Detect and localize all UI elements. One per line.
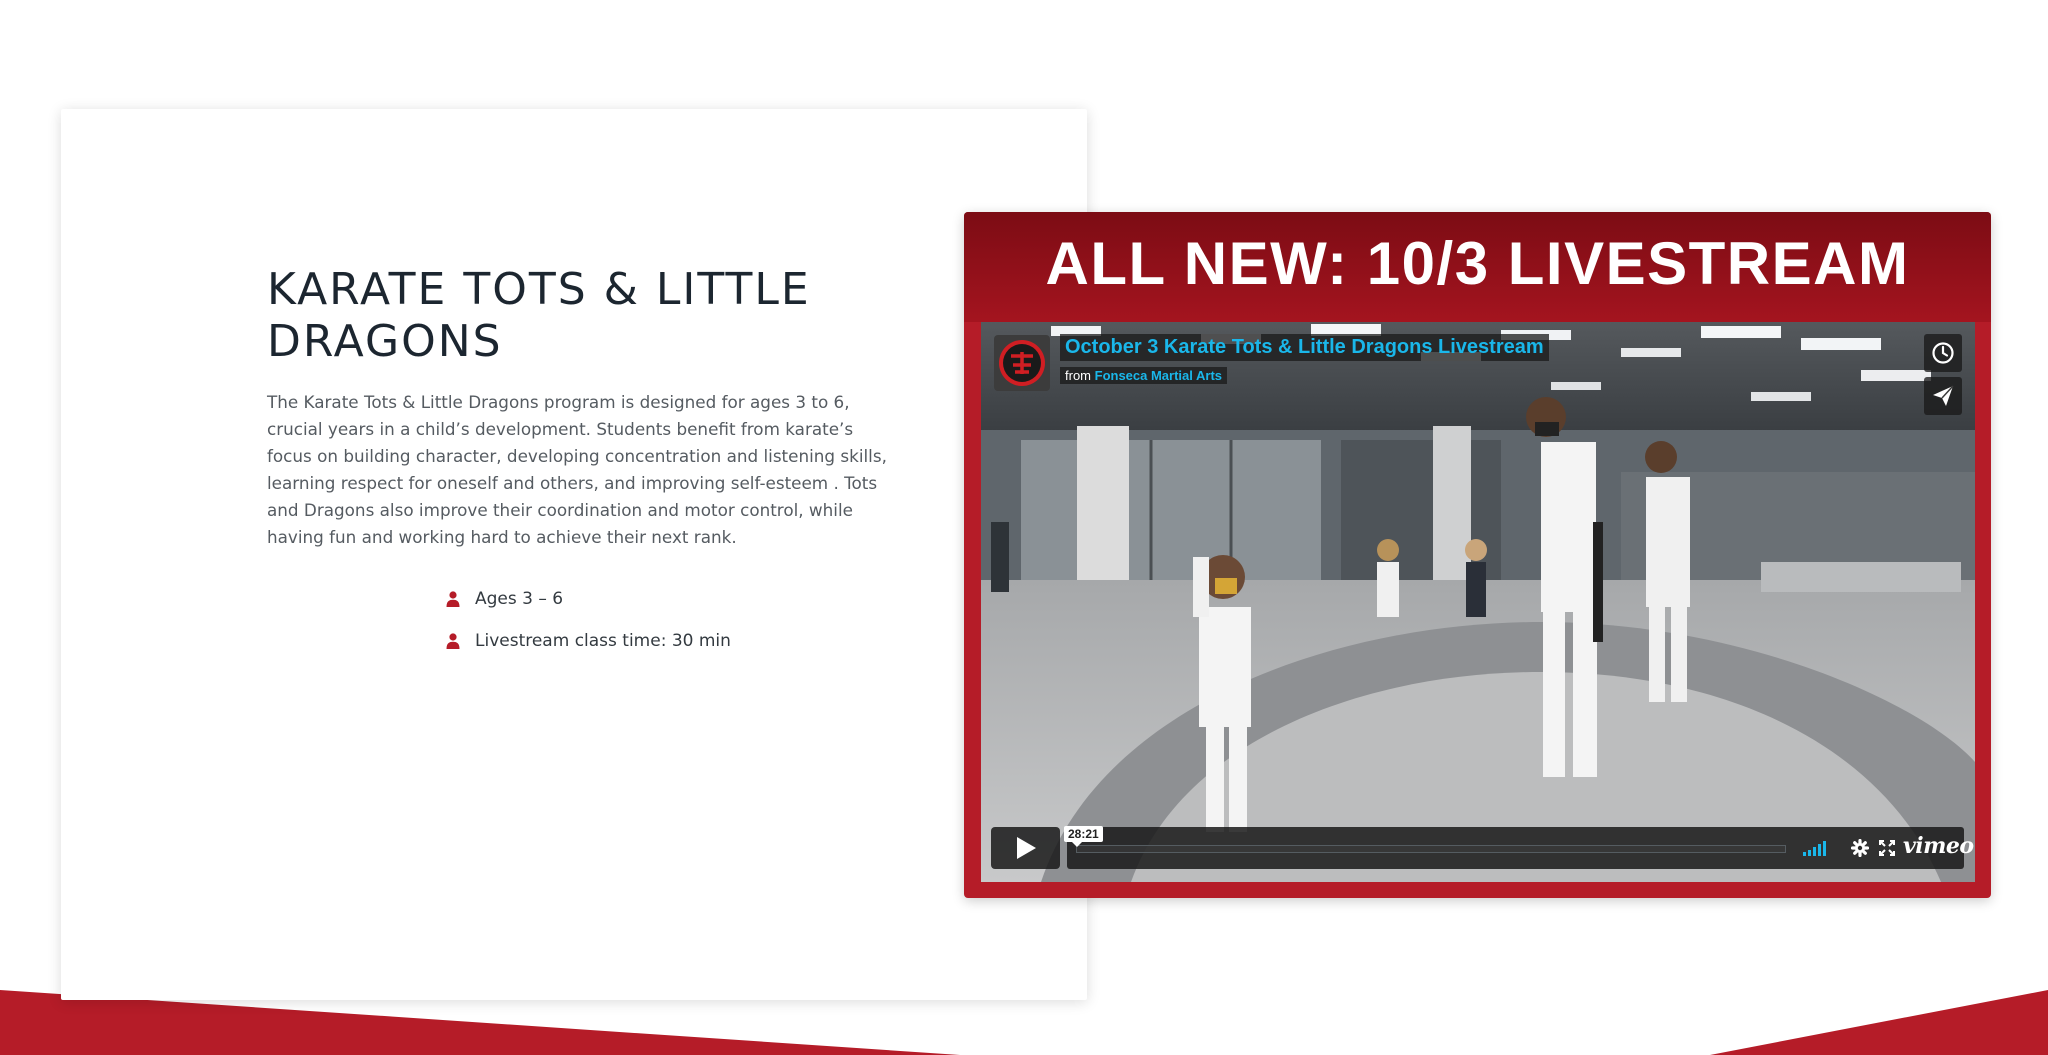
user-icon	[446, 591, 460, 607]
video-thumbnail	[981, 322, 1975, 882]
progress-bar[interactable]	[1076, 845, 1786, 853]
vimeo-logo[interactable]: vimeo	[1903, 833, 1974, 859]
control-bar: vimeo	[1067, 827, 1974, 869]
gear-icon[interactable]	[1851, 839, 1869, 857]
feature-ages-text: Ages 3 – 6	[475, 589, 564, 609]
play-button[interactable]	[991, 827, 1060, 869]
feature-class-time-text: Livestream class time: 30 min	[475, 631, 731, 651]
share-button[interactable]	[1924, 377, 1962, 415]
feature-class-time: Livestream class time: 30 min	[446, 620, 731, 662]
program-features: Ages 3 – 6 Livestream class time: 30 min	[446, 578, 731, 662]
channel-link[interactable]: Fonseca Martial Arts	[1095, 368, 1222, 383]
clock-icon	[1932, 342, 1954, 364]
fullscreen-icon[interactable]	[1879, 840, 1895, 856]
video-byline: from Fonseca Martial Arts	[1060, 367, 1228, 384]
paper-plane-icon	[1933, 385, 1954, 406]
video-title-link[interactable]: October 3 Karate Tots & Little Dragons L…	[1060, 334, 1549, 361]
feature-ages: Ages 3 – 6	[446, 578, 731, 620]
video-player[interactable]: October 3 Karate Tots & Little Dragons L…	[981, 322, 1975, 882]
martial-arts-logo-icon	[999, 340, 1045, 386]
program-card	[61, 109, 1087, 1000]
program-title: KARATE TOTS & LITTLE DRAGONS	[267, 264, 811, 367]
program-description: The Karate Tots & Little Dragons program…	[267, 392, 887, 547]
watch-later-button[interactable]	[1924, 334, 1962, 372]
channel-avatar[interactable]	[994, 335, 1050, 391]
volume-icon[interactable]	[1803, 840, 1829, 856]
duration-tooltip: 28:21	[1064, 826, 1103, 847]
video-card: ALL NEW: 10/3 LIVESTREAM October 3 Karat…	[964, 212, 1991, 898]
user-icon	[446, 633, 460, 649]
byline-prefix: from	[1065, 368, 1091, 383]
livestream-banner: ALL NEW: 10/3 LIVESTREAM	[1045, 230, 1910, 297]
play-icon	[1016, 837, 1036, 859]
